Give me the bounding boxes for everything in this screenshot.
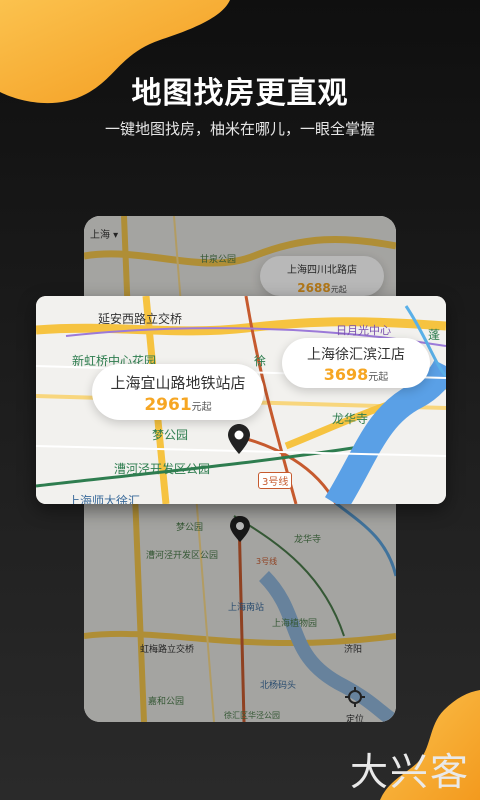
- place-label: 徐: [254, 354, 267, 368]
- crosshair-icon: [345, 687, 365, 707]
- store-card[interactable]: 上海徐汇滨江店 3698元起: [282, 338, 430, 388]
- place-label: 蓬: [428, 328, 441, 342]
- store-name: 上海宜山路地铁站店: [110, 374, 246, 392]
- store-price: 2961: [144, 395, 192, 415]
- price-unit: 元起: [368, 372, 389, 383]
- store-price: 3698: [323, 365, 369, 384]
- locate-label: 定位: [345, 715, 364, 722]
- page-subtitle: 一键地图找房，柚米在哪儿，一眼全掌握: [104, 120, 375, 138]
- store-card[interactable]: 上海宜山路地铁站店 2961元起: [92, 364, 264, 420]
- place-label: 龙华寺: [332, 412, 369, 426]
- place-label: 日月光中心: [336, 324, 391, 337]
- place-label: 上海师大徐汇: [68, 494, 141, 504]
- map-pin-icon: [228, 424, 250, 454]
- place-label: 梦公园: [152, 428, 189, 442]
- store-name: 上海徐汇滨江店: [307, 347, 405, 363]
- place-label: 漕河泾开发区公园: [114, 462, 211, 476]
- metro-line-label: 3号线: [258, 472, 293, 489]
- page-title: 地图找房更直观: [131, 76, 349, 111]
- locate-button[interactable]: 定位: [332, 686, 378, 722]
- price-unit: 元起: [191, 402, 212, 413]
- place-label: 延安西路立交桥: [98, 312, 183, 326]
- watermark: 大兴客: [349, 750, 470, 794]
- zoomed-map[interactable]: 延安西路立交桥 新虹桥中心花园 日月光中心 梦公园 漕河泾开发区公园 上海师大徐…: [36, 296, 446, 504]
